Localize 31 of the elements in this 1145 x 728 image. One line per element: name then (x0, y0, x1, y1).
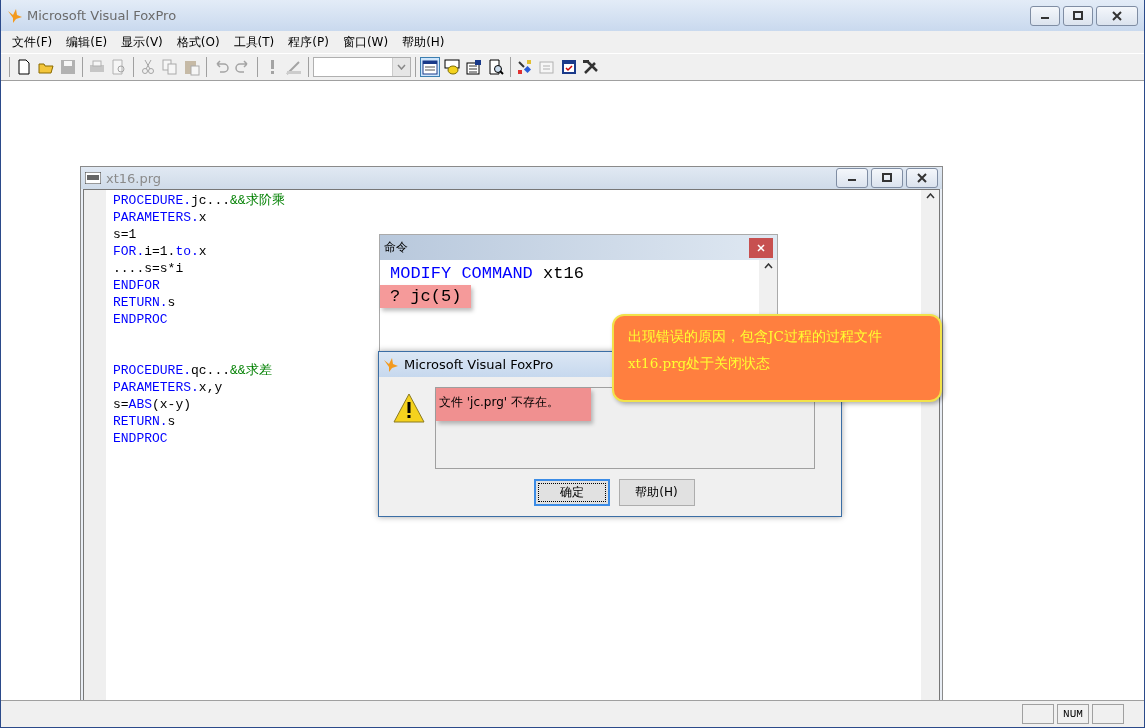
callout-tooltip: 出现错误的原因，包含JC过程的过程文件xt16.prg处于关闭状态 (612, 314, 942, 402)
code-line: ENDPROC (113, 430, 168, 447)
code-line: PARAMETERS.x,y (113, 379, 223, 396)
window-title: Microsoft Visual FoxPro (27, 8, 178, 23)
menu-item[interactable]: 编辑(E) (59, 33, 115, 51)
code-line: s=ABS(x-y) (113, 396, 192, 413)
code-line: ENDPROC (113, 311, 168, 328)
code-line: RETURN.s (113, 294, 176, 311)
menu-item[interactable]: 格式(O) (169, 33, 227, 51)
error-message: 文件 'jc.prg' 不存在。 (436, 388, 591, 421)
dialog-button[interactable]: 帮助(H) (618, 479, 695, 506)
dialog-title: Microsoft Visual FoxPro (404, 357, 554, 372)
command-line: MODIFY COMMAND xt16 (389, 263, 585, 285)
code-line: PARAMETERS.x (113, 209, 207, 226)
code-line: ....s=s*i (113, 260, 184, 277)
menu-item[interactable]: 窗口(W) (335, 33, 396, 51)
code-line: PROCEDURE.jc...&&求阶乘 (113, 192, 285, 209)
editor-title: xt16.prg (106, 170, 162, 186)
menu-item[interactable]: 程序(P) (281, 33, 336, 51)
code-line: s=1 (113, 226, 137, 243)
menu-item[interactable]: 工具(T) (226, 33, 282, 51)
code-line: PROCEDURE.qc...&&求差 (113, 362, 272, 379)
code-line: ENDFOR (113, 277, 160, 294)
menu-item[interactable]: 文件(F) (5, 33, 60, 51)
command-window-title: 命令 (384, 239, 408, 256)
menu-item[interactable]: 帮助(H) (395, 33, 452, 51)
dialog-button[interactable]: 确定 (533, 479, 610, 506)
menu-item[interactable]: 显示(V) (114, 33, 170, 51)
code-line: RETURN.s (113, 413, 176, 430)
status-panel: NUM (1057, 704, 1089, 724)
code-line: FOR.i=1.to.x (113, 243, 207, 260)
